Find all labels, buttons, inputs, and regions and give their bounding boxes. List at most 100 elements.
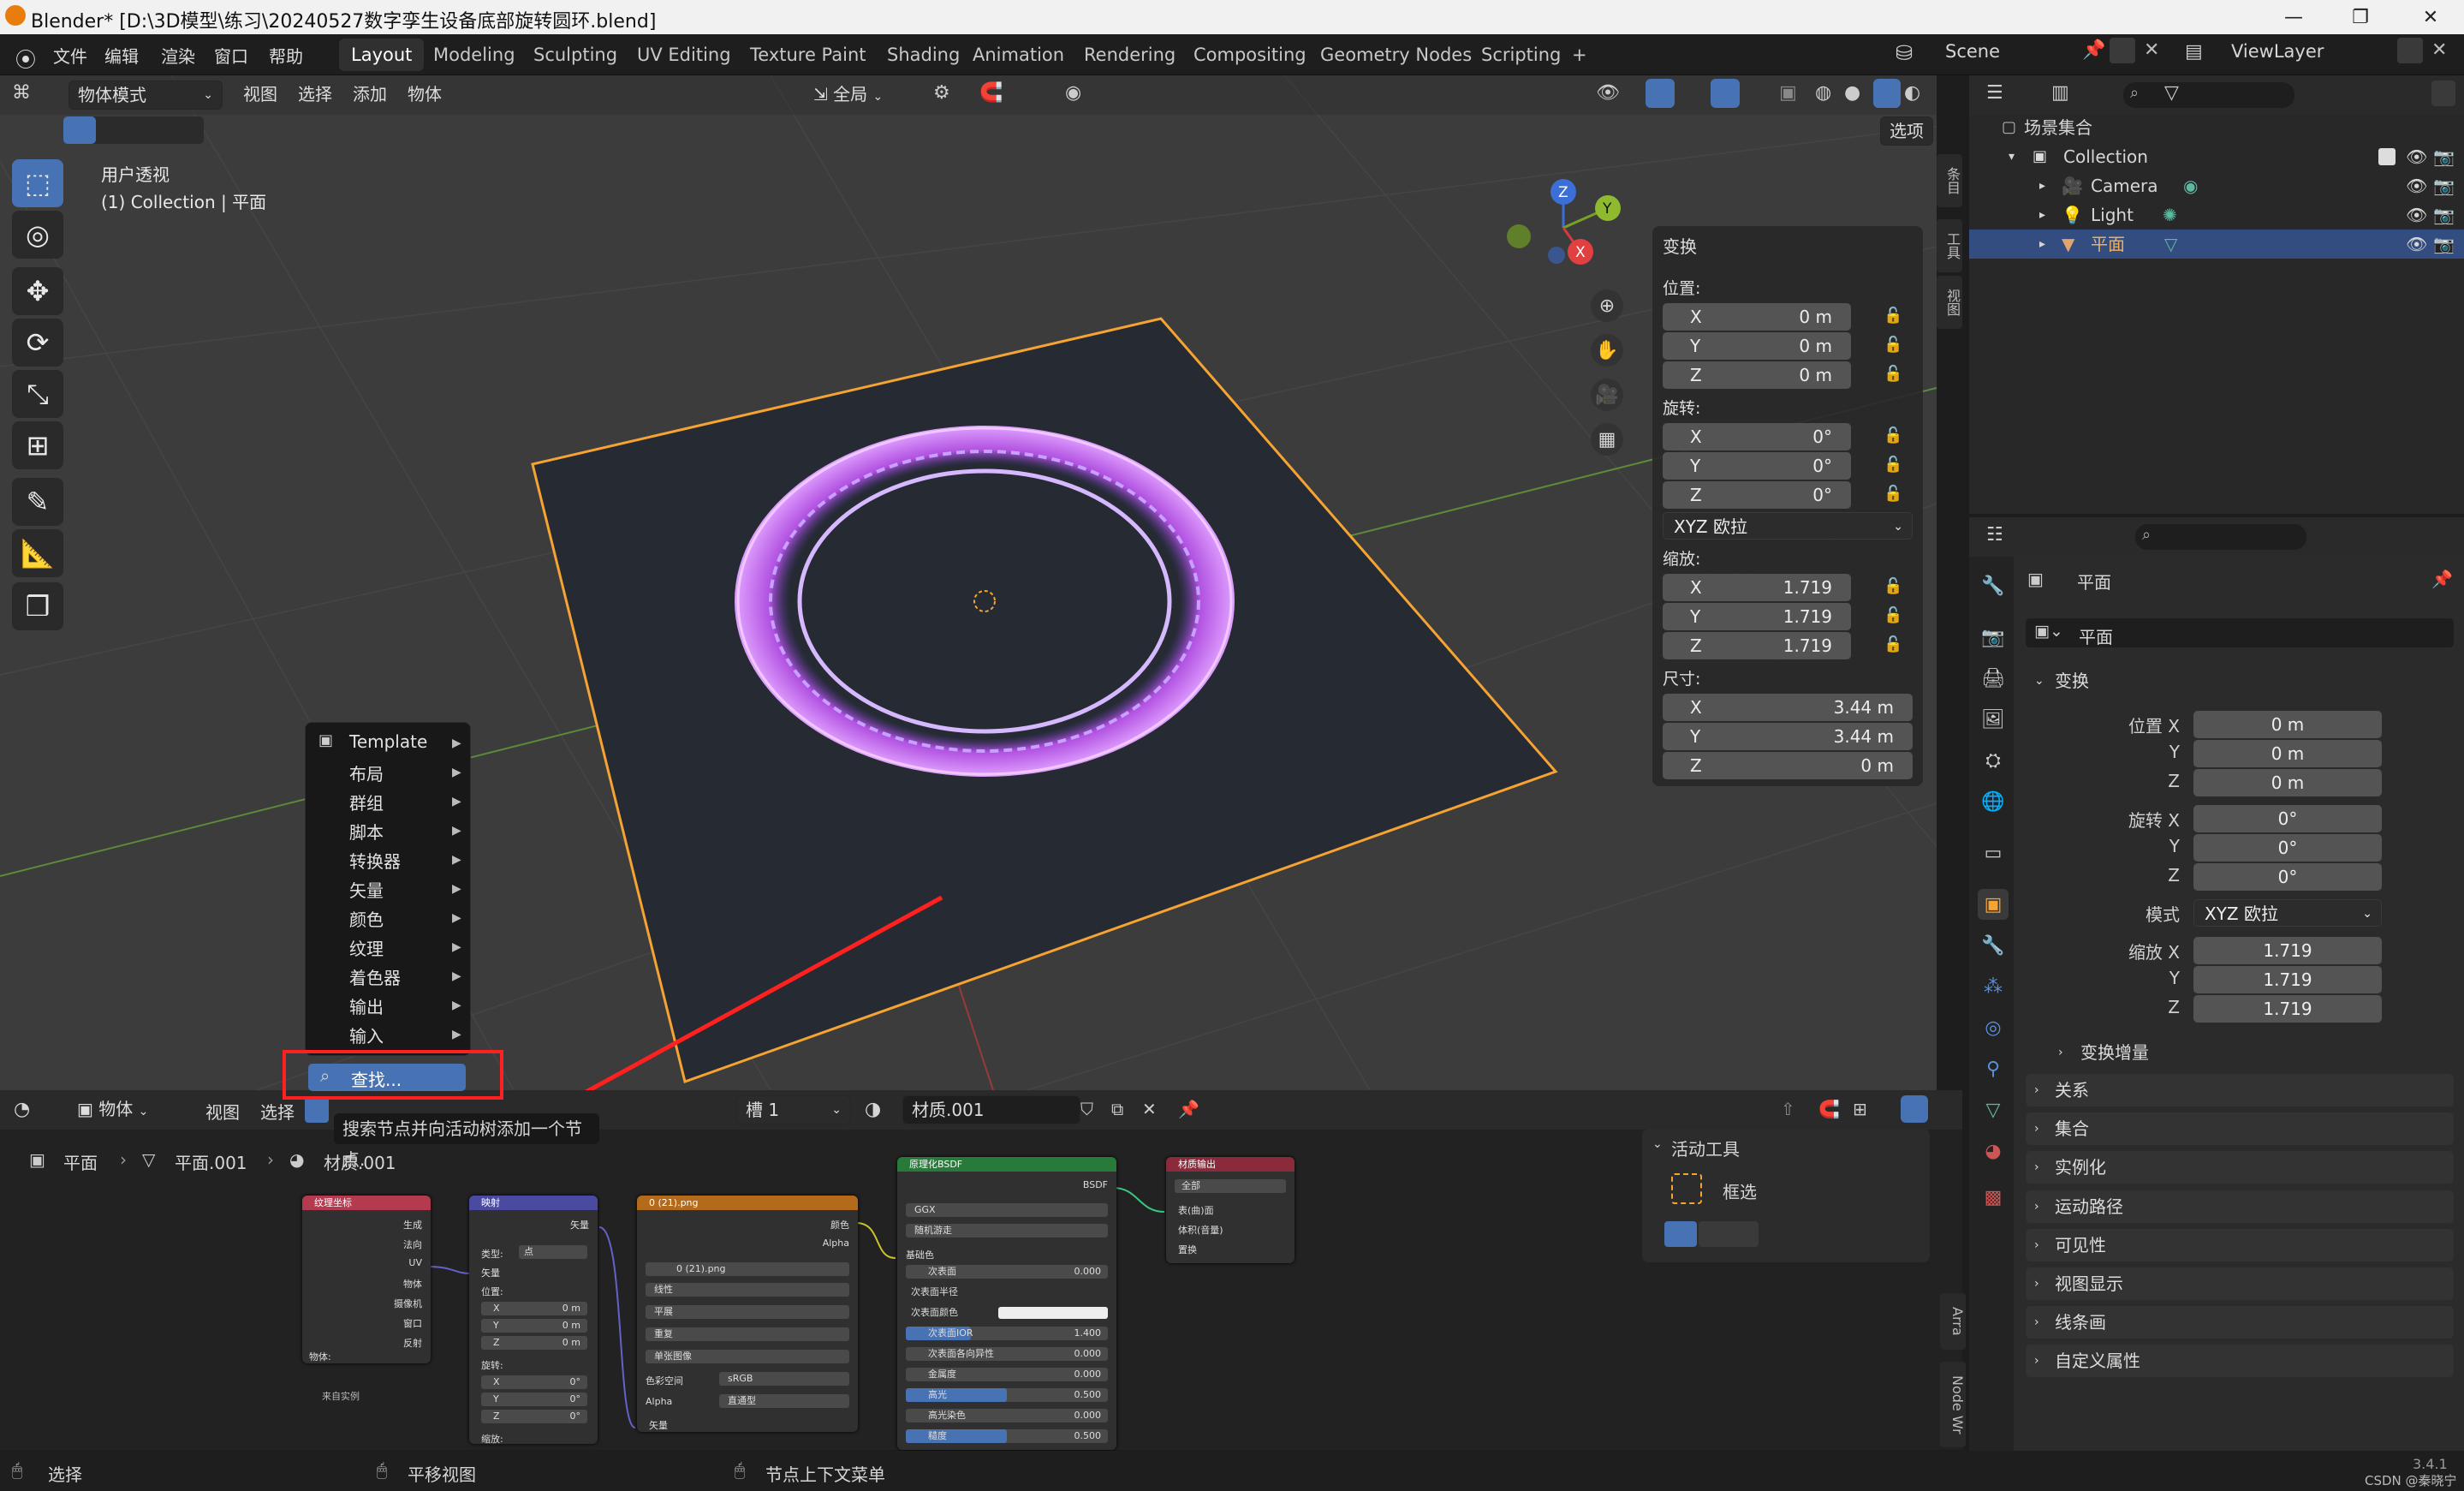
maximize-button[interactable]: ❐ [2327, 0, 2394, 34]
wireframe-shading-icon[interactable]: ◍ [1815, 82, 1831, 104]
select-box-tool-icon[interactable]: ⬚ [12, 159, 63, 207]
menu-render[interactable]: 渲染 [161, 43, 195, 68]
select-new-icon[interactable] [63, 116, 96, 144]
tab-sculpting[interactable]: Sculpting [521, 39, 629, 71]
viewport-menu-view[interactable]: 视图 [243, 81, 277, 105]
blender-menu-icon[interactable]: ⦿ [15, 43, 36, 73]
prop-location-y[interactable]: 0 m [2193, 740, 2382, 767]
viewlayer-icon[interactable]: ▤ [2185, 41, 2203, 63]
rotation-y-field[interactable]: Y 0° [1663, 452, 1851, 480]
overlay-toggle-icon[interactable] [1901, 1095, 1928, 1123]
outliner-scene-collection[interactable]: ▢ 场景集合 [1969, 113, 2464, 142]
collection-tab-icon[interactable]: ▭ [1978, 838, 2009, 868]
rotation-x-field[interactable]: X 0° [1663, 423, 1851, 450]
select-extend-icon[interactable] [1699, 1221, 1759, 1247]
dimension-z-field[interactable]: Z0 m [1663, 752, 1913, 779]
lock-icon[interactable]: 🔓 [1884, 606, 1904, 625]
view-layer-tab-icon[interactable]: 🖼 [1978, 704, 2009, 735]
tab-rendering[interactable]: Rendering [1072, 39, 1187, 71]
menu-item-group[interactable]: 群组 [349, 790, 384, 814]
menu-item-color[interactable]: 颜色 [349, 906, 384, 931]
object-mode-select[interactable]: 物体模式 ⌄ [68, 81, 223, 110]
viewport-menu-select[interactable]: 选择 [298, 81, 332, 105]
selection-mode-buttons[interactable] [63, 116, 204, 144]
location-x-field[interactable]: X0 m [1663, 303, 1851, 331]
data-tab-icon[interactable]: ▽ [1978, 1094, 2009, 1125]
output-tab-icon[interactable]: 🖨 [1978, 663, 2009, 694]
options-dropdown[interactable]: 选项 [1880, 116, 1933, 146]
lock-icon[interactable]: 🔓 [1884, 635, 1904, 654]
physics-tab-icon[interactable]: ◎ [1978, 1012, 2009, 1043]
lock-icon[interactable]: 🔓 [1884, 485, 1904, 504]
viewport-menu-object[interactable]: 物体 [408, 81, 442, 105]
scene-name[interactable]: Scene [1945, 41, 2000, 62]
pan-hand-icon[interactable]: ✋ [1591, 334, 1623, 367]
lock-icon[interactable]: 🔓 [1884, 365, 1904, 384]
transform-orientation-select[interactable]: ⇲ 全局 ⌄ [805, 81, 918, 110]
outliner-search-input[interactable]: ⌕ [2123, 82, 2294, 108]
snap-icon[interactable]: 🧲 [979, 82, 1003, 104]
tab-geometry-nodes[interactable]: Geometry Nodes [1308, 39, 1484, 71]
menu-item-vector[interactable]: 矢量 [349, 877, 384, 902]
tab-compositing[interactable]: Compositing [1181, 39, 1318, 71]
custom-properties-section[interactable]: › 自定义属性 [2026, 1345, 2454, 1377]
node-material-output[interactable]: 材质输出 全部 表(曲)面 体积(音量) 置换 [1166, 1157, 1294, 1263]
tab-uv-editing[interactable]: UV Editing [625, 39, 743, 71]
instancing-section[interactable]: › 实例化 [2026, 1151, 2454, 1184]
scale-z-field[interactable]: Z 1.719 [1663, 632, 1851, 659]
node-texture-coordinate[interactable]: 纹理坐标 生成 法向 UV 物体 摄像机 窗口 反射 物体: [302, 1196, 431, 1363]
outliner-item-light[interactable]: ▸ 💡 Light ✺ 👁 📷 [1969, 200, 2464, 230]
node-image-texture[interactable]: 0 (21).png 颜色 Alpha 0 (21).png 线性 平展 重复 … [637, 1196, 858, 1432]
viewport-display-section[interactable]: › 视图显示 [2026, 1267, 2454, 1300]
delete-scene-icon[interactable]: ✕ [2144, 39, 2159, 61]
outliner-item-plane[interactable]: ▸ ▼ 平面 ▽ 👁 📷 [1969, 230, 2464, 259]
menu-item-output[interactable]: 输出 [349, 993, 384, 1018]
new-collection-icon[interactable] [2431, 81, 2455, 106]
menu-item-texture[interactable]: 纹理 [349, 935, 384, 960]
object-tab-icon[interactable]: ▣ [1978, 889, 2009, 920]
node-principled-bsdf[interactable]: 原理化BSDF BSDF GGX 随机游走 基础色 次表面 0.000 次表面半径… [897, 1157, 1116, 1450]
scale-tool-icon[interactable]: ⤡ [12, 370, 63, 418]
search-menu-item[interactable]: ⌕ 查找... [308, 1064, 466, 1091]
prop-rotation-x[interactable]: 0° [2193, 805, 2382, 832]
prop-scale-z[interactable]: 1.719 [2193, 995, 2382, 1023]
minimize-button[interactable]: — [2260, 0, 2327, 34]
delete-viewlayer-icon[interactable]: ✕ [2431, 39, 2447, 61]
xray-icon[interactable]: ▣ [1779, 82, 1797, 104]
active-tool-header[interactable]: 活动工具 [1671, 1136, 1740, 1160]
dimension-y-field[interactable]: Y 3.44 m [1663, 723, 1913, 750]
display-mode-icon[interactable]: ▥ [2051, 82, 2069, 104]
menu-item-layout[interactable]: 布局 [349, 760, 384, 785]
visibility-section[interactable]: › 可见性 [2026, 1229, 2454, 1261]
motion-paths-section[interactable]: › 运动路径 [2026, 1190, 2454, 1223]
rotate-tool-icon[interactable]: ⟳ [12, 319, 63, 367]
prop-rotation-z[interactable]: 0° [2193, 863, 2382, 891]
node-mapping[interactable]: 映射 矢量 类型: 点 矢量 位置: X0 m Y0 m Z0 m 旋转: X0… [469, 1196, 598, 1444]
tab-shading[interactable]: Shading [875, 39, 972, 71]
outliner-type-icon[interactable]: ☰ [1986, 82, 2003, 104]
material-tab-icon[interactable]: ◕ [1978, 1136, 2009, 1166]
select-new-icon[interactable] [1664, 1221, 1697, 1247]
menu-item-input[interactable]: 输入 [349, 1023, 384, 1047]
lock-icon[interactable]: 🔓 [1884, 307, 1904, 325]
dimension-x-field[interactable]: X 3.44 m [1663, 694, 1913, 721]
tab-layout[interactable]: Layout [339, 39, 425, 71]
location-z-field[interactable]: Z0 m [1663, 361, 1851, 389]
line-art-section[interactable]: › 线条画 [2026, 1306, 2454, 1339]
scale-y-field[interactable]: Y 1.719 [1663, 603, 1851, 630]
relations-section[interactable]: › 关系 [2026, 1074, 2454, 1106]
tool-tab-icon[interactable]: 🔧 [1978, 570, 2009, 601]
delta-transform-section[interactable]: › 变换增量 [2051, 1036, 2454, 1069]
tab-node-wrangler[interactable]: Node Wr [1940, 1362, 1966, 1447]
prop-rotation-y[interactable]: 0° [2193, 834, 2382, 862]
transform-tool-icon[interactable]: ⊞ [12, 421, 63, 469]
snap-icon[interactable]: 🧲 [1818, 1099, 1840, 1119]
pin-icon[interactable]: 📌 [2431, 569, 2453, 589]
gizmo-toggle-icon[interactable] [1646, 79, 1675, 108]
viewlayer-name[interactable]: ViewLayer [2231, 41, 2324, 62]
tab-tool[interactable]: 工具 [1937, 219, 1962, 272]
prop-location-x[interactable]: 0 m [2193, 711, 2382, 738]
world-tab-icon[interactable]: 🌐 [1978, 786, 2009, 817]
camera-view-icon[interactable]: 🎥 [1591, 379, 1623, 411]
lock-icon[interactable]: 🔓 [1884, 336, 1904, 355]
